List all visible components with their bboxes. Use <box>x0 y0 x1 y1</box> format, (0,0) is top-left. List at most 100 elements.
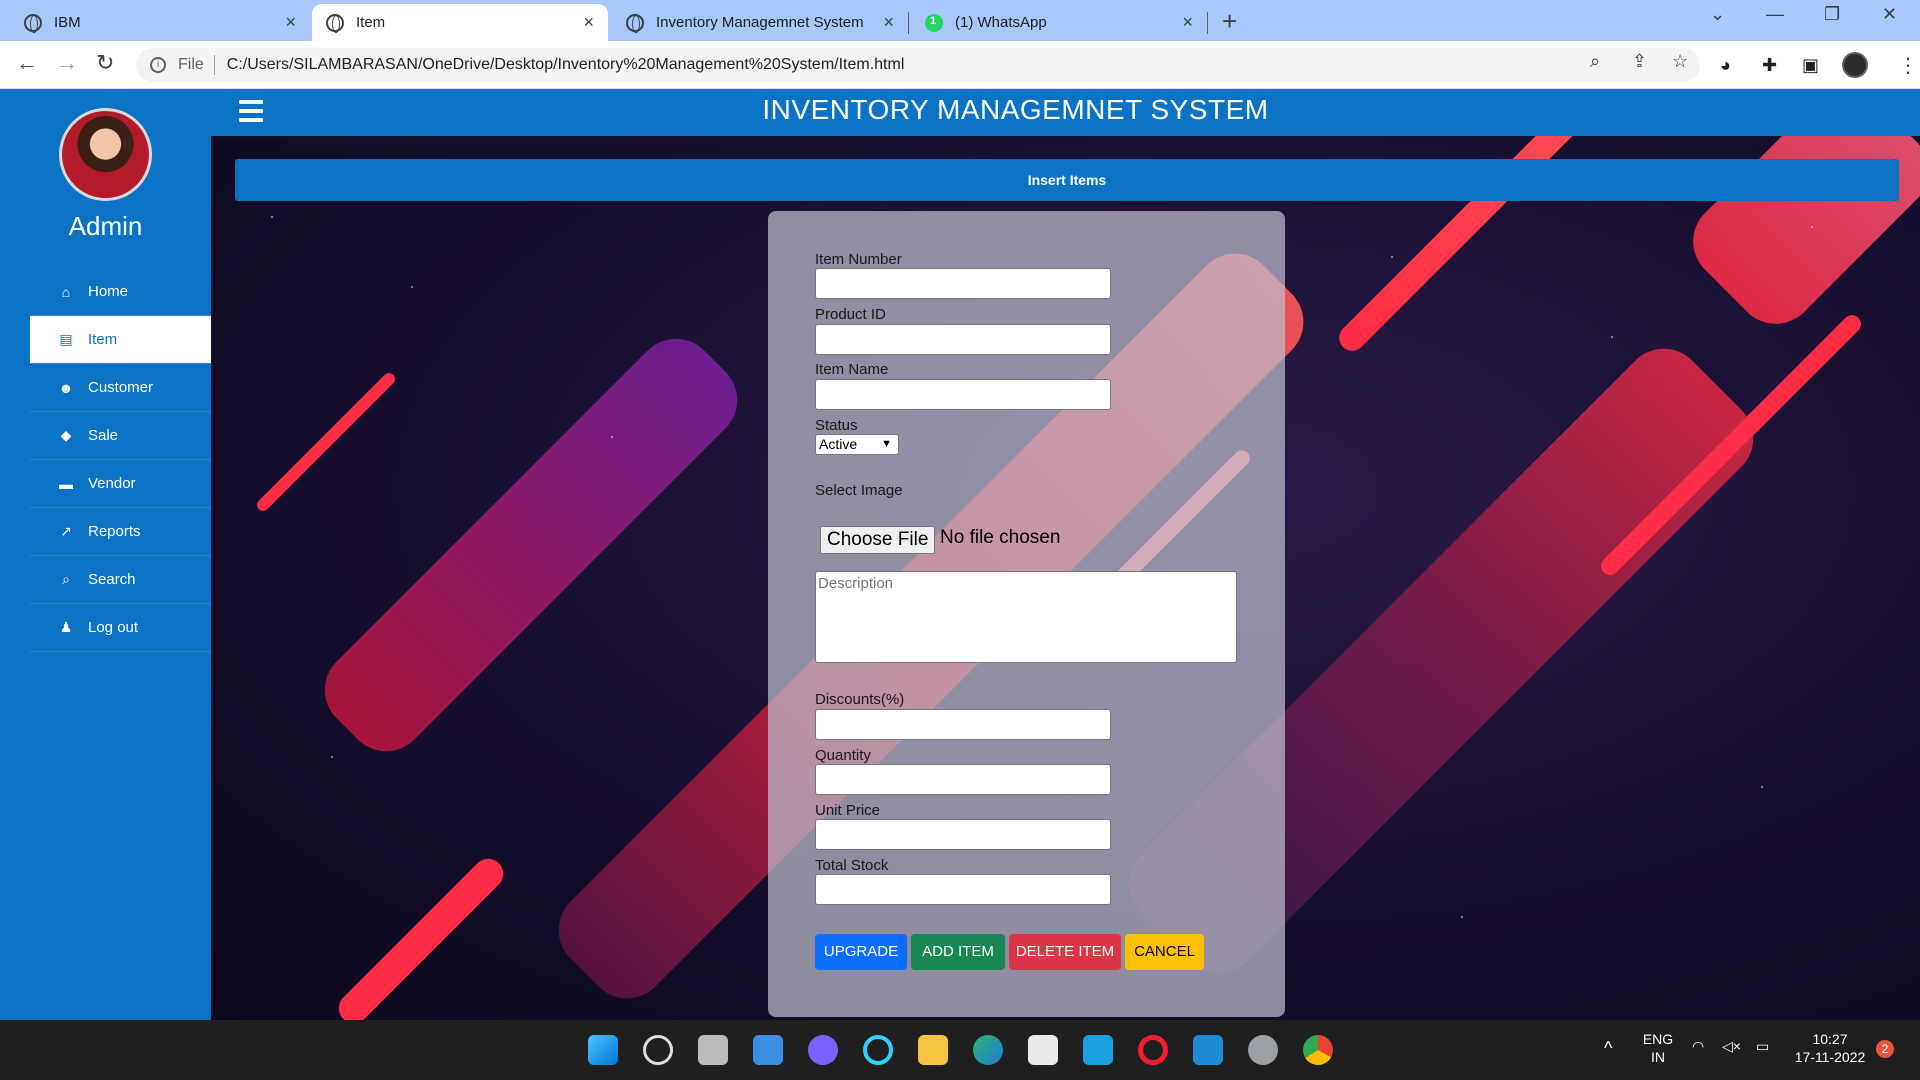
globe-icon <box>24 13 42 33</box>
cortana-icon[interactable] <box>863 1035 893 1065</box>
star <box>611 436 613 438</box>
choose-file-button[interactable]: Choose File <box>820 526 936 554</box>
clock-time: 10:27 <box>1812 1031 1848 1047</box>
zoom-icon[interactable]: ⌕ <box>1590 51 1600 72</box>
product-id-label: Product ID <box>815 306 886 323</box>
vscode-icon[interactable] <box>1193 1035 1223 1065</box>
close-icon[interactable]: × <box>285 12 296 33</box>
clock[interactable]: 10:27 17-11-2022 <box>1788 1030 1872 1066</box>
sidebar-nav: ⌂ Home ▤ Item ☻ Customer ◆ Sale ▬ Vendor ↗ Reports ⌕… <box>30 268 211 652</box>
unit-price-input[interactable] <box>815 819 1111 850</box>
user-icon: ♟ <box>59 619 73 635</box>
forward-icon[interactable]: → <box>56 50 78 76</box>
share-icon[interactable]: ⇪ <box>1632 51 1647 72</box>
extension-panda-icon[interactable]: ◕ <box>1720 55 1731 76</box>
search-taskbar-icon[interactable] <box>643 1035 673 1065</box>
total-stock-input[interactable] <box>815 874 1111 905</box>
back-icon[interactable]: ← <box>16 50 38 76</box>
tab-ibm[interactable]: IBM × <box>10 4 310 41</box>
edge-icon[interactable] <box>973 1035 1003 1065</box>
minimize-icon[interactable]: — <box>1766 4 1784 25</box>
task-view-icon[interactable] <box>698 1035 728 1065</box>
tab-item[interactable]: Item × <box>312 4 608 41</box>
sidebar-item-label: Customer <box>88 379 154 396</box>
main-content: Insert Items Item Number Product ID Item… <box>211 136 1920 1020</box>
opera-icon[interactable] <box>1138 1035 1168 1065</box>
volume-muted-icon[interactable]: ◁× <box>1722 1038 1741 1055</box>
total-stock-label: Total Stock <box>815 857 889 874</box>
tray-chevron-up-icon[interactable]: ^ <box>1604 1038 1612 1059</box>
sidebar-item-vendor[interactable]: ▬ Vendor <box>30 460 211 508</box>
description-textarea[interactable]: Description <box>815 571 1237 663</box>
battery-icon[interactable]: ▭ <box>1756 1038 1769 1055</box>
store-icon[interactable] <box>1028 1035 1058 1065</box>
status-select[interactable]: Active ▼ <box>815 434 899 455</box>
star <box>1761 786 1763 788</box>
windows-taskbar: ^ ENG IN ◠ ◁× ▭ 10:27 17-11-2022 2 <box>0 1020 1920 1080</box>
new-tab-button[interactable]: + <box>1222 6 1237 37</box>
sidebar-item-reports[interactable]: ↗ Reports <box>30 508 211 556</box>
widgets-icon[interactable] <box>753 1035 783 1065</box>
side-panel-icon[interactable]: ▣ <box>1802 55 1819 76</box>
file-explorer-icon[interactable] <box>918 1035 948 1065</box>
product-id-input[interactable] <box>815 324 1111 355</box>
star <box>1811 226 1813 228</box>
item-number-label: Item Number <box>815 251 902 268</box>
add-item-button[interactable]: ADD ITEM <box>911 934 1005 970</box>
notification-badge[interactable]: 2 <box>1876 1040 1894 1058</box>
sidebar-item-item[interactable]: ▤ Item <box>30 316 211 364</box>
sidebar-item-home[interactable]: ⌂ Home <box>30 268 211 316</box>
address-bar[interactable]: i File C:/Users/SILAMBARASAN/OneDrive/De… <box>136 48 1700 82</box>
browser-toolbar: ← → ↻ i File C:/Users/SILAMBARASAN/OneDr… <box>0 41 1920 89</box>
menu-kebab-icon[interactable]: ⋮ <box>1898 53 1918 78</box>
star <box>331 756 333 758</box>
sidebar-item-label: Item <box>88 331 118 348</box>
item-name-input[interactable] <box>815 379 1111 410</box>
profile-avatar[interactable] <box>1842 52 1868 78</box>
info-icon[interactable]: i <box>150 57 166 73</box>
l-app-icon[interactable] <box>1083 1035 1113 1065</box>
restore-icon[interactable]: ❐ <box>1824 4 1840 25</box>
item-name-label: Item Name <box>815 361 889 378</box>
close-icon[interactable]: × <box>883 12 894 33</box>
home-icon: ⌂ <box>61 283 71 300</box>
tab-inventory[interactable]: Inventory Managemnet System × <box>612 4 908 41</box>
tab-whatsapp[interactable]: (1) WhatsApp × <box>911 4 1207 41</box>
region-code: IN <box>1651 1049 1665 1065</box>
extensions-puzzle-icon[interactable]: ✚ <box>1762 55 1777 76</box>
discounts-label: Discounts(%) <box>815 691 905 708</box>
tag-icon: ◆ <box>60 427 72 443</box>
sidebar-item-log-out[interactable]: ♟ Log out <box>30 604 211 652</box>
app-page: Admin ⌂ Home ▤ Item ☻ Customer ◆ Sale ▬ Vendor ↗ Re… <box>0 89 1920 1020</box>
search-icon: ⌕ <box>62 571 70 587</box>
star <box>1391 256 1393 258</box>
close-icon[interactable]: × <box>583 12 594 33</box>
sidebar-item-label: Vendor <box>88 475 136 492</box>
item-number-input[interactable] <box>815 268 1111 299</box>
close-window-icon[interactable]: ✕ <box>1882 4 1897 25</box>
discounts-input[interactable] <box>815 709 1111 740</box>
sidebar-item-sale[interactable]: ◆ Sale <box>30 412 211 460</box>
close-icon[interactable]: × <box>1182 12 1193 33</box>
briefcase-icon: ▬ <box>59 475 73 492</box>
cancel-button[interactable]: CANCEL <box>1125 934 1204 970</box>
star <box>1461 916 1463 918</box>
language-indicator[interactable]: ENG IN <box>1640 1030 1676 1066</box>
upgrade-button[interactable]: UPGRADE <box>815 934 907 970</box>
start-icon[interactable] <box>588 1035 618 1065</box>
sidebar-item-search[interactable]: ⌕ Search <box>30 556 211 604</box>
settings-gear-icon[interactable] <box>1248 1035 1278 1065</box>
sidebar-item-label: Home <box>88 283 129 300</box>
chrome-icon[interactable] <box>1303 1035 1333 1065</box>
wifi-icon[interactable]: ◠ <box>1692 1038 1704 1055</box>
status-label: Status <box>815 417 858 434</box>
tab-search-icon[interactable]: ⌄ <box>1710 4 1725 25</box>
bookmark-star-icon[interactable]: ☆ <box>1672 51 1688 72</box>
delete-item-button[interactable]: DELETE ITEM <box>1009 934 1121 970</box>
browser-tab-strip: IBM × Item × Inventory Managemnet System… <box>0 0 1920 41</box>
reload-icon[interactable]: ↻ <box>96 50 114 76</box>
quantity-input[interactable] <box>815 764 1111 795</box>
chat-icon[interactable] <box>808 1035 838 1065</box>
sidebar-item-customer[interactable]: ☻ Customer <box>30 364 211 412</box>
address-url[interactable]: C:/Users/SILAMBARASAN/OneDrive/Desktop/I… <box>227 56 905 74</box>
